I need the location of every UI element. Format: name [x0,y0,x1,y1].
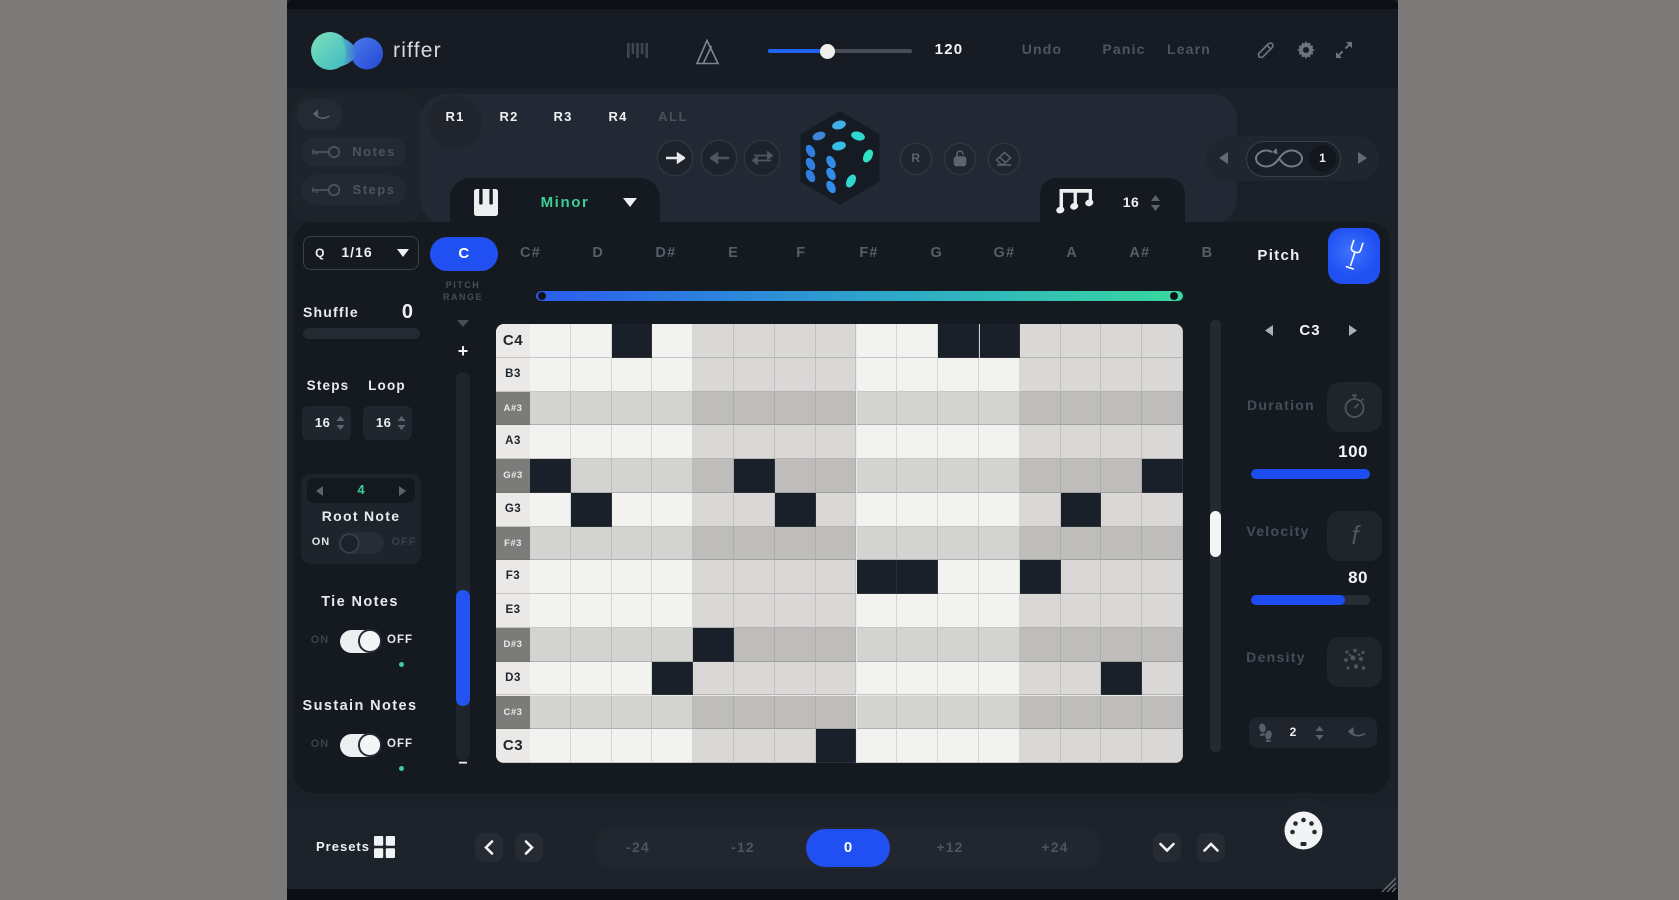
svg-text:f: f [1351,521,1361,550]
